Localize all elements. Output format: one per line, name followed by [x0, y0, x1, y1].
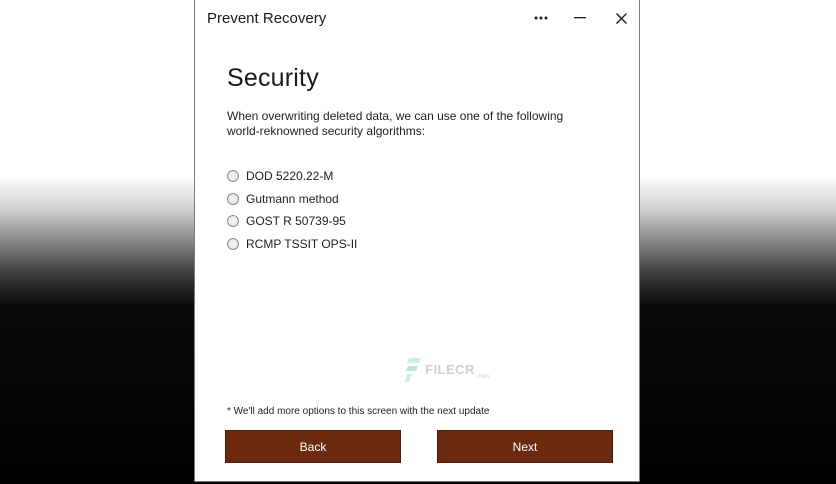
- footnote: * We'll add more options to this screen …: [227, 406, 490, 417]
- close-icon: [615, 12, 627, 24]
- option-label: GOST R 50739-95: [246, 214, 346, 229]
- option-label: DOD 5220.22-M: [246, 169, 334, 184]
- security-panel: Security When overwriting deleted data, …: [227, 64, 617, 255]
- next-button[interactable]: Next: [437, 430, 613, 463]
- back-button[interactable]: Back: [225, 430, 401, 463]
- option-label: RCMP TSSIT OPS-II: [246, 236, 358, 251]
- more-horizontal-icon: [534, 16, 548, 20]
- watermark: FILECR .com: [405, 358, 489, 382]
- radio-button[interactable]: [227, 215, 239, 228]
- watermark-text: FILECR: [425, 362, 475, 377]
- option-gost[interactable]: GOST R 50739-95: [227, 210, 617, 233]
- window-title: Prevent Recovery: [207, 10, 327, 27]
- filecr-logo-icon: [405, 358, 421, 382]
- option-label: Gutmann method: [246, 191, 339, 206]
- watermark-suffix: .com: [475, 374, 489, 380]
- option-gutmann[interactable]: Gutmann method: [227, 188, 617, 211]
- radio-button[interactable]: [227, 170, 239, 183]
- minimize-icon: [574, 17, 586, 19]
- option-rcmp[interactable]: RCMP TSSIT OPS-II: [227, 233, 617, 256]
- more-options-button[interactable]: [527, 6, 555, 30]
- close-button[interactable]: [607, 6, 635, 30]
- app-window: Prevent Recovery Security When overwriti…: [194, 0, 640, 482]
- radio-button[interactable]: [227, 192, 239, 205]
- page-description: When overwriting deleted data, we can us…: [227, 109, 564, 138]
- option-dod[interactable]: DOD 5220.22-M: [227, 165, 617, 188]
- radio-button[interactable]: [227, 237, 239, 250]
- page-title: Security: [227, 64, 319, 92]
- title-bar: Prevent Recovery: [195, 0, 639, 36]
- algorithm-radio-group: DOD 5220.22-M Gutmann method GOST R 5073…: [227, 165, 617, 255]
- minimize-button[interactable]: [566, 6, 594, 30]
